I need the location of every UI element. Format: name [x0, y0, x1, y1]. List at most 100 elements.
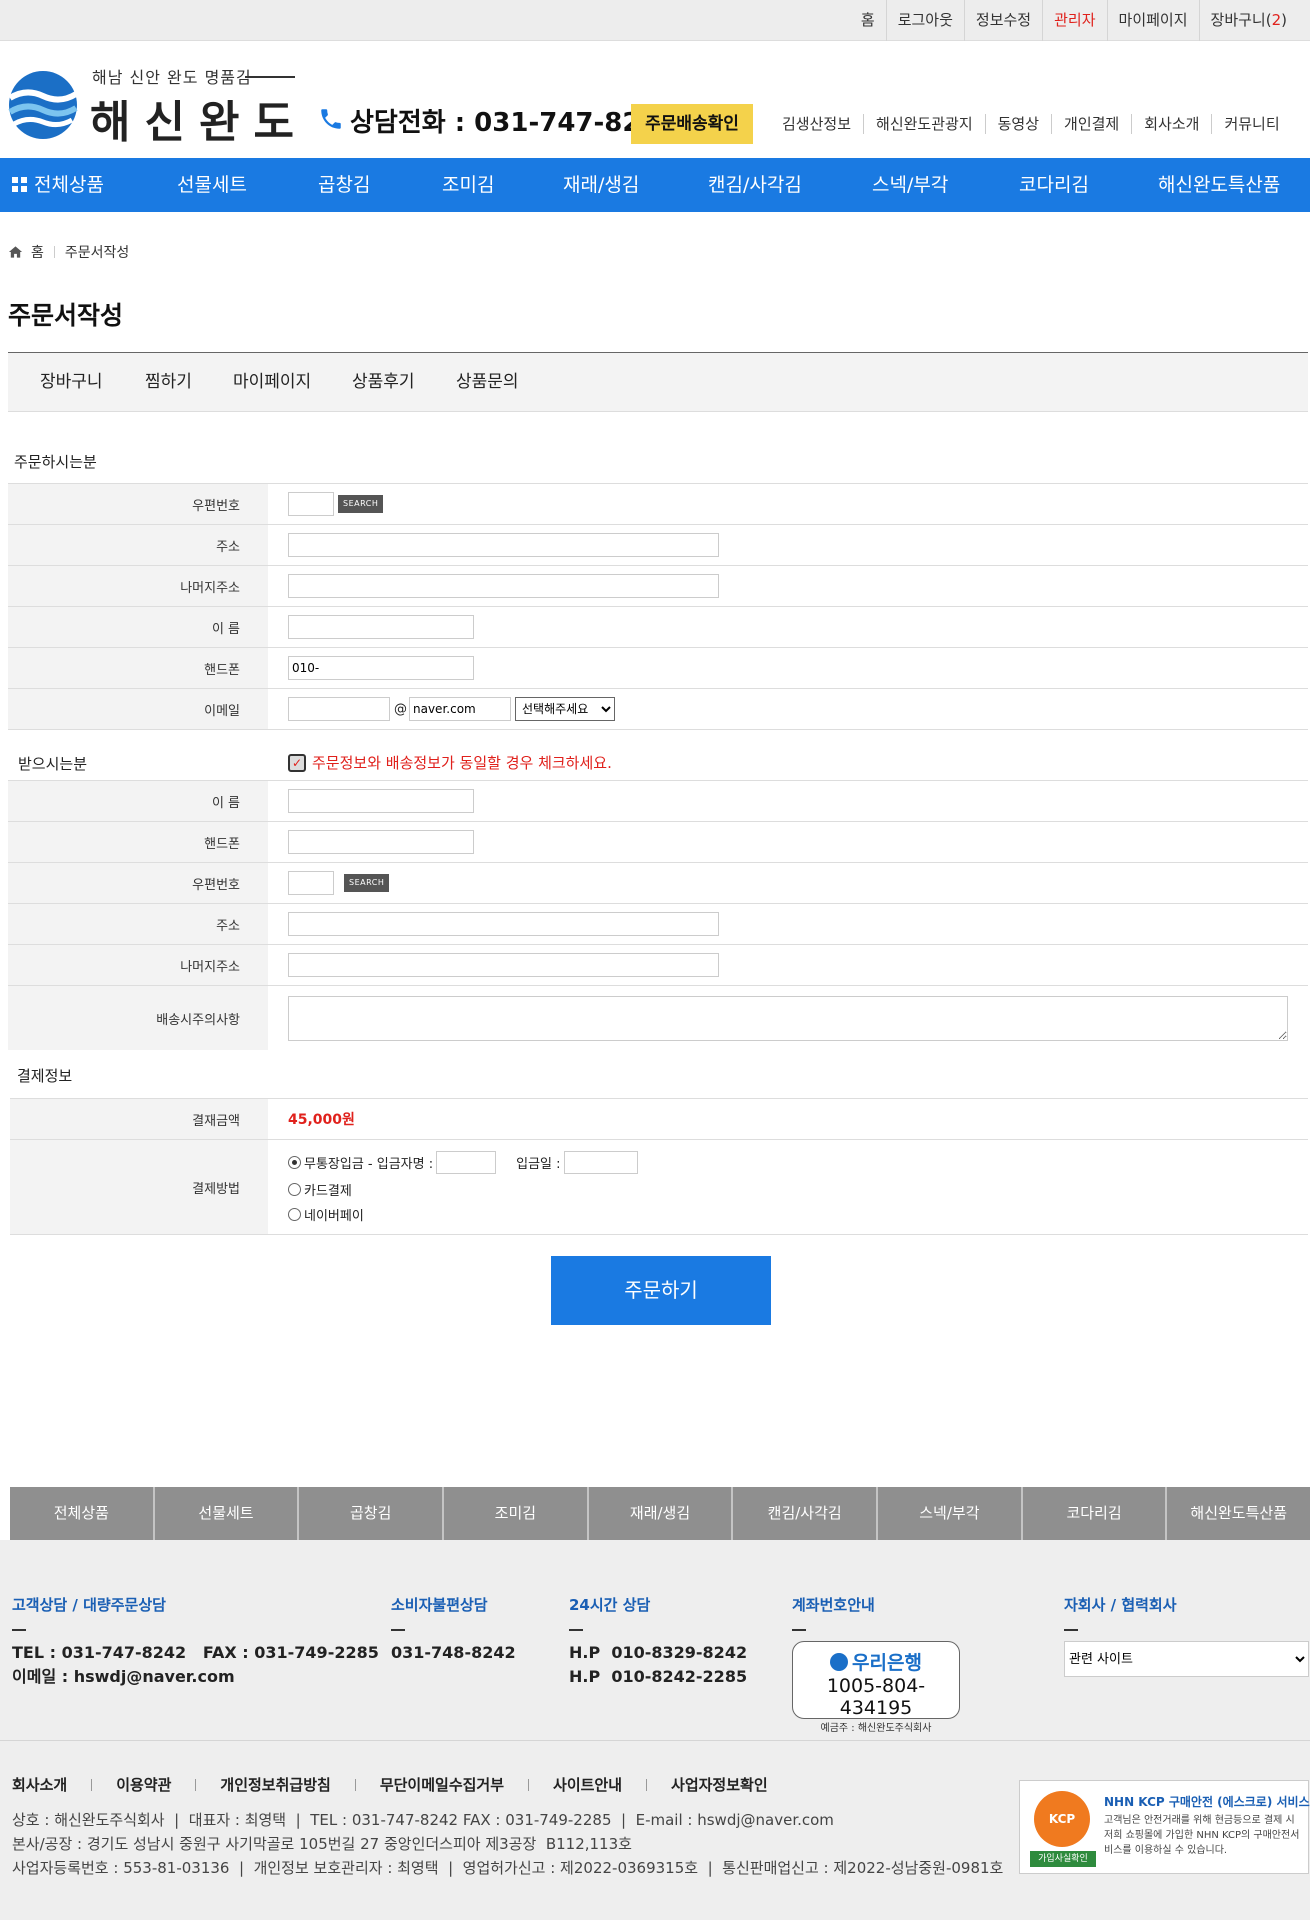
footer-bank: 계좌번호안내 우리은행 1005-804-434195 예금주 : 해신완도주식… [792, 1594, 960, 1734]
footer-nav-item[interactable]: 스넥/부각 [878, 1487, 1023, 1540]
header-link-company[interactable]: 회사소개 [1131, 114, 1211, 134]
logo-underline [245, 76, 295, 78]
depositor-name-input[interactable] [436, 1150, 497, 1174]
header-link-info[interactable]: 김생산정보 [770, 114, 863, 134]
top-bar: 홈 로그아웃 정보수정 관리자 마이페이지 장바구니(2) [0, 0, 1310, 41]
footer-nav-item[interactable]: 전체상품 [10, 1487, 155, 1540]
footer-nav-item[interactable]: 조미김 [444, 1487, 589, 1540]
delivery-memo-textarea[interactable] [288, 995, 1288, 1041]
footer-dash [391, 1629, 405, 1631]
field-label: 우편번호 [8, 484, 268, 524]
nav-item-gopchang[interactable]: 곱창김 [318, 158, 370, 212]
card-label: 카드결제 [304, 1183, 352, 1199]
orderer-zip-input[interactable] [288, 492, 334, 516]
nav-item-special[interactable]: 해신완도특산품 [1158, 158, 1280, 212]
header-link-tour[interactable]: 해신완도관광지 [863, 114, 985, 134]
breadcrumb-home[interactable]: 홈 [31, 242, 44, 262]
receiver-zip-search-button[interactable]: SEARCH [344, 874, 390, 892]
nav-item-seasoned[interactable]: 조미김 [442, 158, 494, 212]
top-link-edit-info[interactable]: 정보수정 [963, 0, 1042, 41]
footer-company-info: 상호 : 해신완도주식회사 | 대표자 : 최영택 | TEL : 031-74… [12, 1808, 1003, 1880]
tab-mypage[interactable]: 마이페이지 [233, 353, 311, 411]
receiver-phone-input[interactable] [288, 830, 474, 854]
orderer-phone-input[interactable] [288, 656, 474, 680]
top-link-admin[interactable]: 관리자 [1042, 0, 1106, 41]
kcp-escrow-badge[interactable]: KCP 가입사실확인 NHN KCP 구매안전 (에스크로) 서비스 고객님은 … [1019, 1780, 1310, 1874]
footer-nav-item[interactable]: 해신완도특산품 [1167, 1487, 1310, 1540]
top-link-home[interactable]: 홈 [850, 0, 886, 41]
same-info-label: 주문정보와 배송정보가 동일할 경우 체크하세요. [312, 754, 612, 772]
payment-amount: 45,000원 [288, 1112, 355, 1128]
place-order-button[interactable]: 주문하기 [551, 1256, 771, 1325]
footer-link-terms[interactable]: 이용약관 [92, 1774, 195, 1795]
footer-nav-item[interactable]: 선물세트 [155, 1487, 300, 1540]
orderer-address-input[interactable] [288, 533, 719, 557]
footer-cs: 고객상담 / 대량주문상담 TEL : 031-747-8242 FAX : 0… [12, 1594, 379, 1689]
related-site-select[interactable]: 관련 사이트 [1064, 1641, 1309, 1677]
footer-nav-item[interactable]: 캔김/사각김 [733, 1487, 879, 1540]
receiver-address-input[interactable] [288, 912, 719, 936]
nav-item-traditional[interactable]: 재래/생김 [563, 158, 639, 212]
footer-nav-item[interactable]: 재래/생김 [589, 1487, 734, 1540]
footer-link-site-guide[interactable]: 사이트안내 [529, 1774, 646, 1795]
footer-info-line: 사업자등록번호 : 553-81-03136 | 개인정보 보호관리자 : 최영… [12, 1859, 1004, 1877]
home-icon[interactable] [8, 245, 23, 259]
nav-item-gift[interactable]: 선물세트 [177, 158, 247, 212]
form-row: 우편번호 SEARCH [8, 863, 1308, 904]
radio-naverpay[interactable] [288, 1207, 301, 1221]
footer-nav-item[interactable]: 코다리김 [1023, 1487, 1168, 1540]
radio-card[interactable] [288, 1182, 301, 1196]
nav-item-label: 전체상품 [34, 174, 104, 196]
logo-text[interactable]: 해신완도 [90, 86, 308, 150]
receiver-address2-input[interactable] [288, 953, 719, 977]
receiver-section-title: 받으시는분 [18, 755, 88, 773]
footer-link-company[interactable]: 회사소개 [12, 1774, 91, 1795]
nav-item-can[interactable]: 캔김/사각김 [708, 158, 802, 212]
orderer-address2-input[interactable] [288, 574, 719, 598]
footer-link-privacy[interactable]: 개인정보취급방침 [196, 1774, 354, 1795]
nav-item-all[interactable]: 전체상품 [12, 158, 104, 212]
bank-account-box: 우리은행 1005-804-434195 예금주 : 해신완도주식회사 [792, 1641, 960, 1734]
receiver-name-input[interactable] [288, 789, 474, 813]
nav-item-kodari[interactable]: 코다리김 [1019, 158, 1089, 212]
breadcrumb: 홈 주문서작성 [8, 242, 129, 262]
orderer-email-domain-input[interactable] [409, 697, 511, 721]
orderer-zip-search-button[interactable]: SEARCH [338, 495, 384, 513]
orderer-name-input[interactable] [288, 615, 474, 639]
receiver-zip-input[interactable] [288, 871, 334, 895]
form-row: 이 름 [8, 607, 1308, 648]
field-label: 우편번호 [8, 863, 268, 903]
deposit-date-input[interactable] [563, 1150, 638, 1174]
form-row: 주소 [8, 904, 1308, 945]
nav-item-snack[interactable]: 스넥/부각 [872, 158, 948, 212]
cart-label: 장바구니( [1210, 11, 1272, 29]
tab-wishlist[interactable]: 찜하기 [145, 353, 192, 411]
logo-wave-icon[interactable] [8, 70, 78, 140]
tab-inquiry[interactable]: 상품문의 [456, 353, 519, 411]
top-link-logout[interactable]: 로그아웃 [885, 0, 964, 41]
orderer-section-title: 주문하시는분 [14, 453, 97, 471]
top-link-mypage[interactable]: 마이페이지 [1106, 0, 1199, 41]
header-link-payment[interactable]: 개인결제 [1051, 114, 1131, 134]
tab-cart[interactable]: 장바구니 [40, 353, 103, 411]
order-tracking-button[interactable]: 주문배송확인 [631, 104, 753, 144]
radio-bank-transfer[interactable] [288, 1155, 301, 1169]
form-row: 결재금액 45,000원 [10, 1099, 1308, 1140]
logo-subtitle: 해남 신안 완도 명품김 [92, 68, 252, 87]
bank-owner: 예금주 : 해신완도주식회사 [820, 1723, 932, 1734]
email-domain-select[interactable]: 선택해주세요 [515, 697, 615, 721]
orderer-email-id-input[interactable] [288, 697, 390, 721]
header-link-video[interactable]: 동영상 [984, 114, 1051, 134]
footer-link-email-refusal[interactable]: 무단이메일수집거부 [356, 1774, 528, 1795]
form-row: 배송시주의사항 [8, 986, 1308, 1050]
bank-number: 1005-804-434195 [826, 1675, 926, 1719]
top-link-cart[interactable]: 장바구니(2) [1198, 0, 1298, 41]
email-at-sign: @ [394, 701, 407, 717]
footer-nav-item[interactable]: 곱창김 [299, 1487, 445, 1540]
header: 해남 신안 완도 명품김 해신완도 상담전화 : 031-747-8242 주문… [0, 42, 1310, 158]
tab-reviews[interactable]: 상품후기 [352, 353, 415, 411]
footer-link-business-info[interactable]: 사업자정보확인 [647, 1774, 792, 1795]
same-info-checkbox[interactable]: ✓ [288, 753, 306, 772]
header-link-community[interactable]: 커뮤니티 [1211, 114, 1291, 134]
footer-partner: 자회사 / 협력회사 관련 사이트 [1064, 1594, 1309, 1677]
